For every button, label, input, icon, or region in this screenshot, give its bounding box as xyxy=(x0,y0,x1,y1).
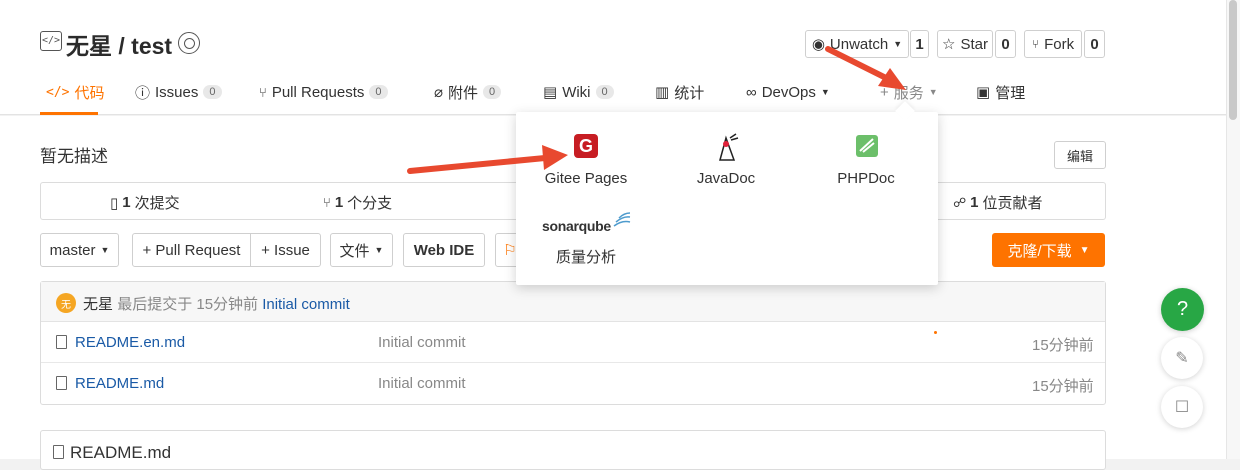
chat-button[interactable]: ☐ xyxy=(1161,386,1203,428)
feedback-button[interactable]: ✎ xyxy=(1161,337,1203,379)
arrow-to-services xyxy=(825,46,906,90)
arrow-to-gitee-pages xyxy=(407,145,568,174)
annotation-arrows xyxy=(407,46,906,174)
edit-share-icon: ✎ xyxy=(1175,350,1189,367)
chat-icon: ☐ xyxy=(1174,399,1190,416)
help-button[interactable]: ? xyxy=(1161,288,1204,331)
